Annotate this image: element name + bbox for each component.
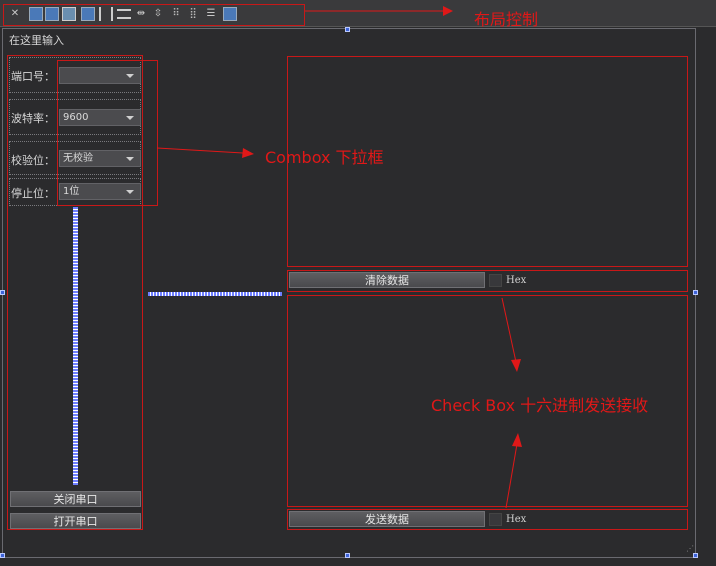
open-port-button[interactable]: 打开串口 xyxy=(10,513,141,529)
resize-handle-bottom-right[interactable] xyxy=(693,553,698,558)
checkbox-annotation: Check Box 十六进制发送接收 xyxy=(431,396,649,415)
layout-control-annotation: 布局控制 xyxy=(474,10,539,29)
baud-label: 波特率： xyxy=(11,112,55,125)
receive-text-area[interactable] xyxy=(287,56,688,267)
resize-handle-bottom-left[interactable] xyxy=(0,553,5,558)
stop-label: 停止位： xyxy=(11,187,55,200)
send-hex-label: Hex xyxy=(506,514,527,525)
send-data-button[interactable]: 发送数据 xyxy=(289,511,485,527)
vertical-spacer xyxy=(73,207,78,485)
arrow-to-layout-label xyxy=(305,6,453,16)
resize-handle-right[interactable] xyxy=(693,290,698,295)
size-grip-icon[interactable]: ⋰ xyxy=(686,545,694,553)
parity-label: 校验位： xyxy=(11,154,55,167)
send-hex-checkbox[interactable] xyxy=(489,513,502,526)
receive-hex-label: Hex xyxy=(506,275,527,286)
layout-toolbar-highlight xyxy=(3,4,305,26)
port-label: 端口号： xyxy=(11,70,55,83)
receive-hex-checkbox[interactable] xyxy=(489,274,502,287)
horizontal-spacer xyxy=(148,292,282,296)
resize-handle-bottom[interactable] xyxy=(345,553,350,558)
close-port-button[interactable]: 关闭串口 xyxy=(10,491,141,507)
form-title-placeholder[interactable]: 在这里输入 xyxy=(9,32,64,48)
arrow-to-combobox-label xyxy=(157,147,254,158)
resize-handle-top[interactable] xyxy=(345,27,350,32)
combobox-highlight xyxy=(57,60,158,206)
clear-data-button[interactable]: 清除数据 xyxy=(289,272,485,288)
resize-handle-left[interactable] xyxy=(0,290,5,295)
